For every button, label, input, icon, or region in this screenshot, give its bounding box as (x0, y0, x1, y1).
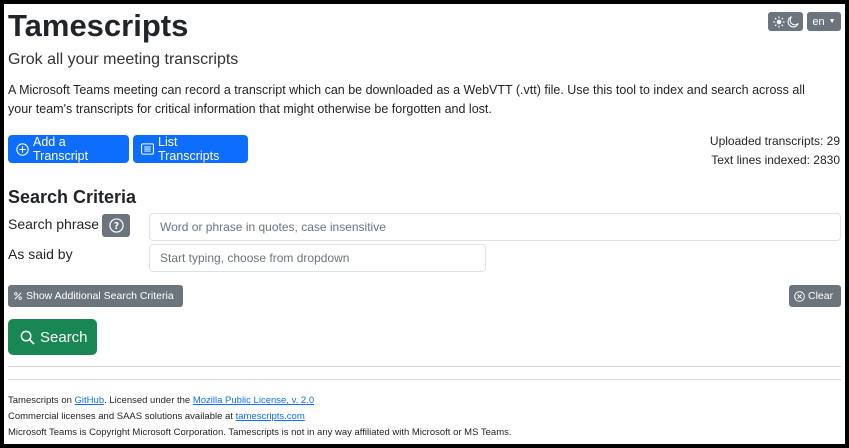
search-label: Search (40, 328, 88, 346)
search-criteria-heading: Search Criteria (8, 187, 137, 207)
x-circle-icon (794, 290, 805, 302)
language-value: en (812, 15, 825, 28)
footer-text: Commercial licenses and SAAS solutions a… (8, 411, 236, 422)
search-icon (20, 330, 35, 345)
github-link[interactable]: GitHub (75, 395, 105, 406)
plus-circle-icon (16, 142, 29, 156)
footer-line-2: Commercial licenses and SAAS solutions a… (8, 409, 512, 425)
search-button[interactable]: Search (8, 319, 97, 355)
footer: Tamescripts on GitHub. Licensed under th… (8, 393, 512, 441)
license-link[interactable]: Mozilla Public License, v. 2.0 (193, 395, 314, 406)
clear-button[interactable]: Clear (789, 285, 841, 307)
said-by-label: As said by (8, 246, 73, 262)
search-phrase-label: Search phrase (8, 216, 100, 232)
intro-text: A Microsoft Teams meeting can record a t… (8, 83, 805, 116)
stats-block: Uploaded transcripts: 29 Text lines inde… (710, 132, 840, 170)
page: Tamescripts Grok all your meeting transc… (4, 4, 845, 444)
caret-down-icon: ▼ (828, 18, 836, 25)
clear-label: Clear (808, 290, 834, 302)
list-transcripts-label: List Transcripts (158, 135, 220, 163)
percent-icon (13, 291, 23, 301)
svg-text:?: ? (113, 221, 118, 232)
search-phrase-input[interactable] (149, 213, 841, 241)
top-controls: en ▼ (768, 12, 841, 31)
add-transcript-button[interactable]: Add a Transcript (8, 135, 129, 163)
footer-text: . Licensed under the (104, 395, 193, 406)
page-title: Tamescripts (8, 8, 189, 43)
help-button[interactable]: ? (102, 214, 130, 237)
page-subtitle: Grok all your meeting transcripts (8, 51, 239, 68)
divider (8, 379, 841, 380)
footer-line-3: Microsoft Teams is Copyright Microsoft C… (8, 427, 512, 438)
theme-toggle-button[interactable] (768, 12, 803, 31)
said-by-input[interactable] (149, 244, 486, 272)
list-icon (141, 143, 154, 155)
divider (8, 366, 841, 367)
show-additional-criteria-label: Show Additional Search Criteria (26, 290, 174, 302)
add-transcript-label: Add a Transcript (33, 135, 89, 163)
footer-text: Tamescripts on (8, 395, 75, 406)
question-circle-icon: ? (108, 218, 124, 233)
uploaded-count: Uploaded transcripts: 29 (709, 134, 840, 148)
moon-icon (787, 15, 799, 28)
sun-icon (772, 15, 785, 28)
indexed-count: Text lines indexed: 2830 (711, 153, 840, 167)
list-transcripts-button[interactable]: List Transcripts (133, 135, 248, 163)
language-select[interactable]: en ▼ (807, 12, 841, 31)
tamescripts-link[interactable]: tamescripts.com (236, 411, 305, 422)
show-additional-criteria-button[interactable]: Show Additional Search Criteria (8, 285, 183, 307)
footer-line-1: Tamescripts on GitHub. Licensed under th… (8, 393, 512, 409)
